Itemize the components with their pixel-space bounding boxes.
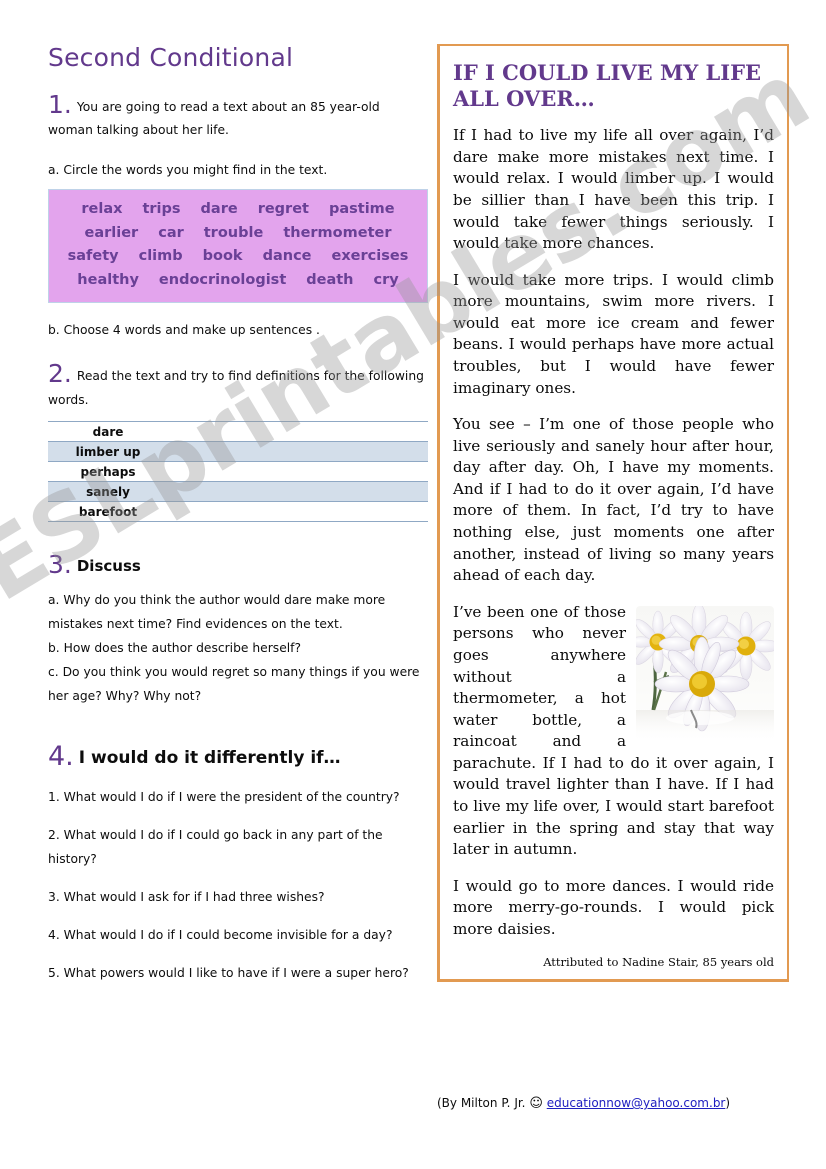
word-chip[interactable]: healthy — [77, 269, 139, 292]
table-row[interactable]: dare — [48, 421, 428, 442]
word-bank-row: safety climb book dance exercises — [59, 245, 417, 268]
definition-word: dare — [48, 421, 168, 442]
word-chip[interactable]: dare — [201, 198, 238, 221]
task-4-question: 1. What would I do if I were the preside… — [48, 790, 400, 805]
definition-word: limber up — [48, 441, 168, 463]
reading-paragraph: I would go to more dances. I would ride … — [453, 876, 774, 938]
daisies-image — [636, 605, 774, 740]
word-bank[interactable]: relax trips dare regret pastime earlier … — [48, 189, 428, 304]
word-chip[interactable]: safety — [68, 245, 119, 268]
smiley-icon: ☺ — [529, 1096, 543, 1111]
reading-attribution: Attributed to Nadine Stair, 85 years old — [543, 955, 774, 970]
task-3-number: 3. — [48, 550, 72, 580]
table-row[interactable]: barefoot — [48, 501, 428, 523]
task-1-number: 1. — [48, 89, 72, 119]
worksheet-left-column: Second Conditional 1. You are going to re… — [48, 44, 428, 1000]
task-2-number: 2. — [48, 359, 72, 389]
definition-word: perhaps — [48, 461, 168, 482]
email-link[interactable]: educationnow@yahoo.com.br — [547, 1096, 726, 1110]
word-chip[interactable]: relax — [81, 198, 122, 221]
table-row[interactable]: sanely — [48, 481, 428, 503]
task-1a-instruction: a. Circle the words you might find in th… — [48, 163, 328, 178]
reading-paragraph: You see – I’m one of those people who li… — [453, 415, 774, 585]
task-4-question: 5. What powers would I like to have if I… — [48, 965, 409, 980]
reading-paragraph: If I had to live my life all over again,… — [453, 126, 774, 253]
task-4-question: 3. What would I ask for if I had three w… — [48, 890, 325, 904]
reading-title: IF I COULD LIVE MY LIFE ALL OVER… — [453, 60, 762, 111]
word-chip[interactable]: earlier — [85, 222, 139, 245]
word-chip[interactable]: climb — [139, 245, 183, 268]
definition-blank[interactable] — [168, 441, 428, 463]
word-chip[interactable]: trouble — [204, 222, 264, 245]
definition-word: barefoot — [48, 501, 168, 523]
discuss-item: c. Do you think you would regret so many… — [48, 665, 420, 704]
task-2: 2. Read the text and try to find definiti… — [48, 361, 428, 413]
word-chip[interactable]: cry — [374, 269, 399, 292]
word-chip[interactable]: regret — [258, 198, 309, 221]
definitions-table: dare limber up perhaps sanely barefoot — [48, 421, 428, 523]
table-row[interactable]: limber up — [48, 441, 428, 463]
page-title: Second Conditional — [48, 43, 294, 72]
definition-blank[interactable] — [168, 421, 428, 442]
task-4-number: 4. — [48, 741, 74, 773]
task-4-heading: 4. I would do it differently if… — [48, 743, 428, 770]
worksheet-right-column: IF I COULD LIVE MY LIFE ALL OVER… If I h… — [437, 44, 789, 983]
discuss-item: a. Why do you think the author would dar… — [48, 593, 386, 632]
task-3-label: Discuss — [76, 557, 141, 576]
table-row[interactable]: perhaps — [48, 461, 428, 482]
word-chip[interactable]: death — [306, 269, 353, 292]
word-chip[interactable]: exercises — [332, 245, 409, 268]
footer-suffix: ) — [725, 1096, 731, 1110]
reading-paragraph: I would take more trips. I would climb m… — [453, 270, 774, 397]
definition-blank[interactable] — [168, 461, 428, 482]
footer-prefix: (By Milton P. Jr. — [437, 1096, 530, 1110]
discuss-item: b. How does the author describe herself? — [48, 641, 302, 656]
reading-passage-box: IF I COULD LIVE MY LIFE ALL OVER… If I h… — [437, 44, 789, 983]
word-bank-row: healthy endocrinologist death cry — [59, 269, 417, 292]
definition-blank[interactable] — [168, 481, 428, 503]
task-1-text: You are going to read a text about an 85… — [48, 99, 380, 138]
definition-word: sanely — [48, 481, 168, 503]
task-4-question: 4. What would I do if I could become inv… — [48, 927, 393, 942]
word-chip[interactable]: thermometer — [283, 222, 391, 245]
word-bank-row: relax trips dare regret pastime — [59, 198, 417, 221]
task-1: 1. You are going to read a text about an … — [48, 92, 428, 144]
word-chip[interactable]: pastime — [329, 198, 395, 221]
word-chip[interactable]: car — [158, 222, 184, 245]
task-4-label: I would do it differently if… — [78, 748, 341, 769]
task-2-text: Read the text and try to find definition… — [48, 369, 424, 408]
definition-blank[interactable] — [168, 501, 428, 523]
task-3-heading: 3. Discuss — [48, 552, 428, 577]
word-bank-row: earlier car trouble thermometer — [59, 222, 417, 245]
word-chip[interactable]: dance — [263, 245, 312, 268]
task-4-question: 2. What would I do if I could go back in… — [48, 828, 383, 867]
task-1b-instruction: b. Choose 4 words and make up sentences … — [48, 323, 320, 338]
word-chip[interactable]: endocrinologist — [159, 269, 286, 292]
word-chip[interactable]: trips — [142, 198, 180, 221]
word-chip[interactable]: book — [203, 245, 243, 268]
footer-credit: (By Milton P. Jr. ☺ educationnow@yahoo.c… — [437, 1096, 730, 1111]
